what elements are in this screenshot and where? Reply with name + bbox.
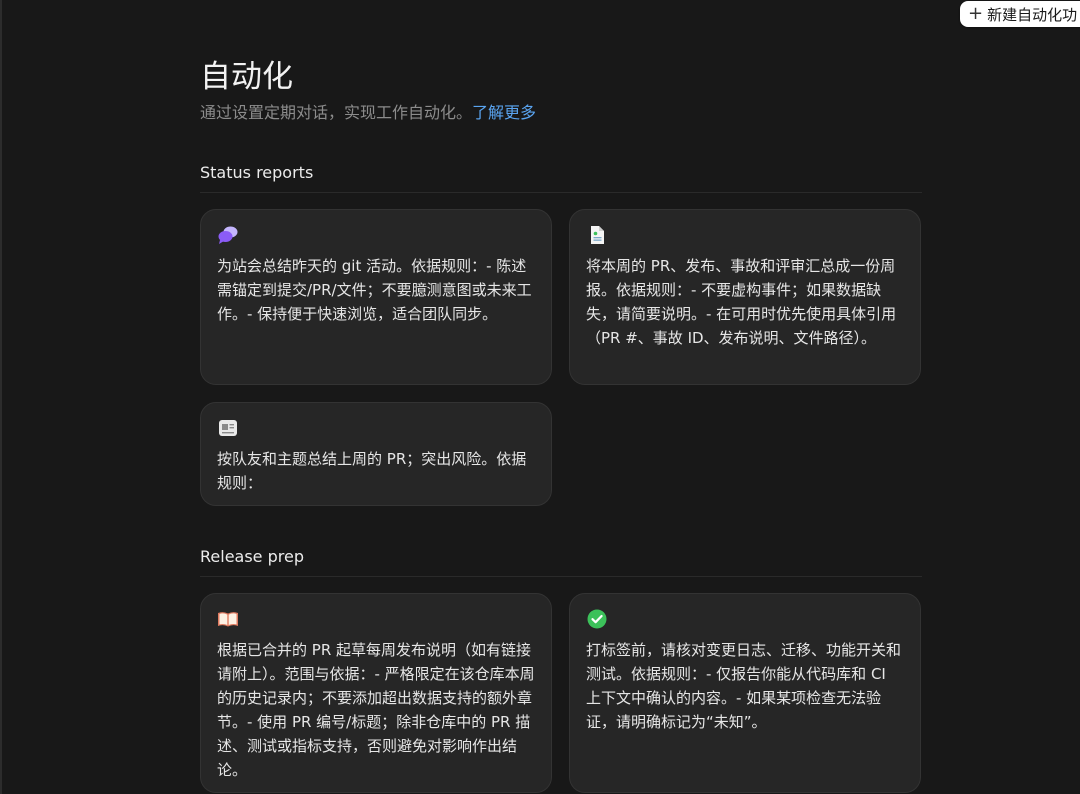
- automation-card-pr-summary[interactable]: 按队友和主题总结上周的 PR；突出风险。依据规则：: [200, 402, 552, 506]
- chat-bubbles-icon: [218, 226, 238, 244]
- page-title: 自动化: [200, 59, 293, 95]
- newspaper-icon: [219, 420, 237, 436]
- card-description: 将本周的 PR、发布、事故和评审汇总成一份周报。依据规则：- 不要虚构事件；如果…: [586, 257, 897, 347]
- automation-card-standup[interactable]: 为站会总结昨天的 git 活动。依据规则：- 陈述需锚定到提交/PR/文件；不要…: [200, 209, 552, 385]
- plus-icon: +: [968, 3, 984, 24]
- card-description: 为站会总结昨天的 git 活动。依据规则：- 陈述需锚定到提交/PR/文件；不要…: [217, 257, 532, 323]
- page-subtitle: 通过设置定期对话，实现工作自动化。了解更多: [200, 102, 922, 124]
- document-icon: [591, 226, 604, 244]
- section-title-release-prep: Release prep: [200, 546, 922, 577]
- window-edge: [0, 0, 2, 794]
- automations-page: + 新建自动化功 自动化 通过设置定期对话，实现工作自动化。了解更多 Statu…: [0, 0, 1080, 794]
- card-description: 根据已合并的 PR 起草每周发布说明（如有链接请附上）。范围与依据：- 严格限定…: [217, 641, 535, 779]
- card-description: 按队友和主题总结上周的 PR；突出风险。依据规则：: [217, 450, 527, 492]
- section-title-status-reports: Status reports: [200, 162, 922, 193]
- release-prep-grid: 根据已合并的 PR 起草每周发布说明（如有链接请附上）。范围与依据：- 严格限定…: [200, 593, 922, 793]
- automation-card-weekly-report[interactable]: 将本周的 PR、发布、事故和评审汇总成一份周报。依据规则：- 不要虚构事件；如果…: [569, 209, 921, 385]
- learn-more-link[interactable]: 了解更多: [472, 103, 536, 122]
- new-automation-button[interactable]: + 新建自动化功: [960, 1, 1080, 27]
- check-circle-icon: [587, 609, 607, 629]
- automation-card-release-notes[interactable]: 根据已合并的 PR 起草每周发布说明（如有链接请附上）。范围与依据：- 严格限定…: [200, 593, 552, 793]
- status-reports-grid: 为站会总结昨天的 git 活动。依据规则：- 陈述需锚定到提交/PR/文件；不要…: [200, 209, 922, 506]
- card-description: 打标签前，请核对变更日志、迁移、功能开关和测试。依据规则：- 仅报告你能从代码库…: [586, 641, 902, 731]
- new-automation-label: 新建自动化功: [987, 5, 1078, 24]
- subtitle-text: 通过设置定期对话，实现工作自动化。: [200, 103, 473, 122]
- open-book-icon: [218, 612, 238, 627]
- main-content: 自动化 通过设置定期对话，实现工作自动化。了解更多 Status reports…: [200, 56, 922, 793]
- automation-card-pre-tag-check[interactable]: 打标签前，请核对变更日志、迁移、功能开关和测试。依据规则：- 仅报告你能从代码库…: [569, 593, 921, 793]
